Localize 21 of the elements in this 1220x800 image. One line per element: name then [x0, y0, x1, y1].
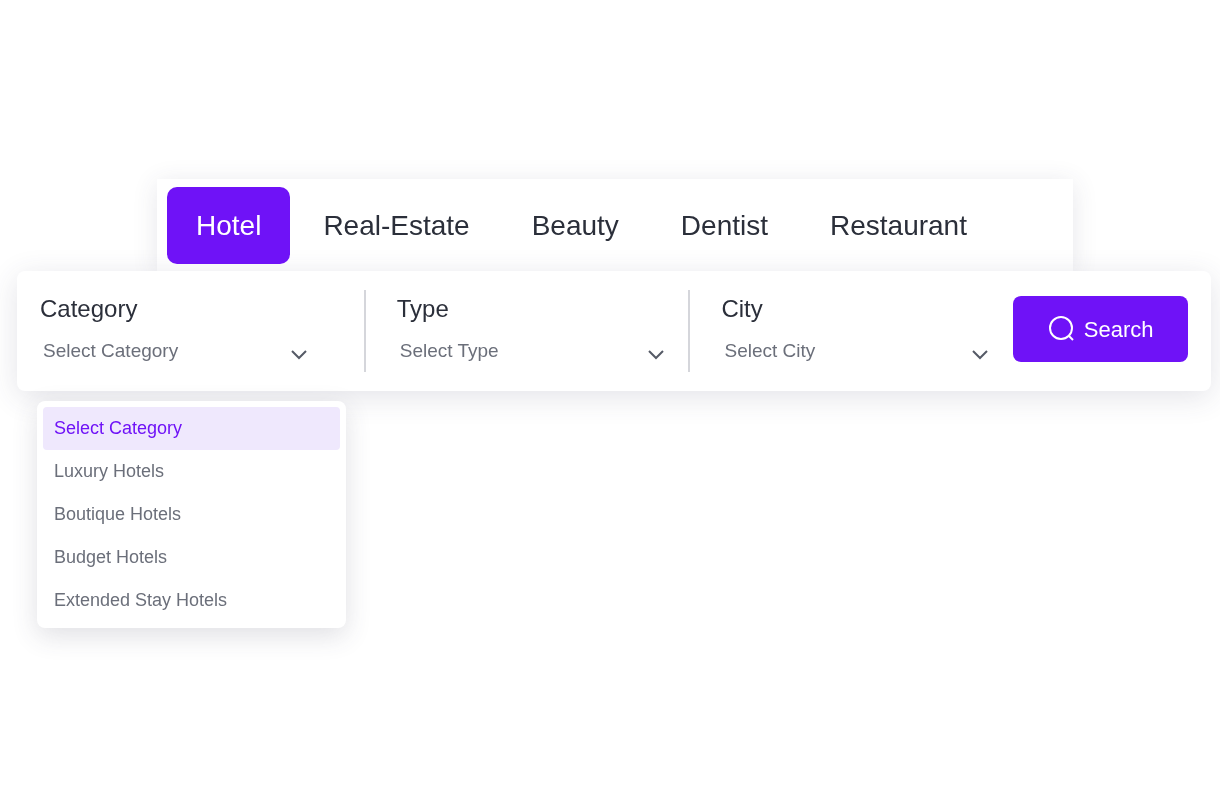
category-tab[interactable]: Dentist: [651, 187, 797, 264]
chevron-down-icon: [291, 350, 307, 361]
select-field[interactable]: Select City: [721, 337, 992, 366]
field-label: City: [721, 294, 764, 324]
category-tab[interactable]: Beauty: [502, 187, 648, 264]
search-button[interactable]: Search: [1013, 296, 1188, 362]
search-icon: [1047, 315, 1076, 343]
chevron-down-icon: [647, 350, 664, 361]
category-tab[interactable]: Hotel: [167, 187, 291, 264]
chevron-down-icon: [972, 350, 989, 361]
category-tab[interactable]: Restaurant: [801, 187, 996, 264]
field-label: Category: [40, 294, 139, 324]
field-label: Type: [396, 294, 450, 324]
dropdown-option[interactable]: Extended Stay Hotels: [43, 579, 340, 622]
select-field[interactable]: Select Category: [40, 337, 310, 366]
dropdown-option[interactable]: Budget Hotels: [43, 536, 340, 579]
dropdown-option[interactable]: Luxury Hotels: [43, 450, 340, 493]
category-tab[interactable]: Real-Estate: [294, 187, 499, 264]
dropdown-option[interactable]: Select Category: [43, 407, 340, 450]
dropdown-option[interactable]: Boutique Hotels: [43, 493, 340, 536]
select-field[interactable]: Select Type: [396, 337, 667, 366]
